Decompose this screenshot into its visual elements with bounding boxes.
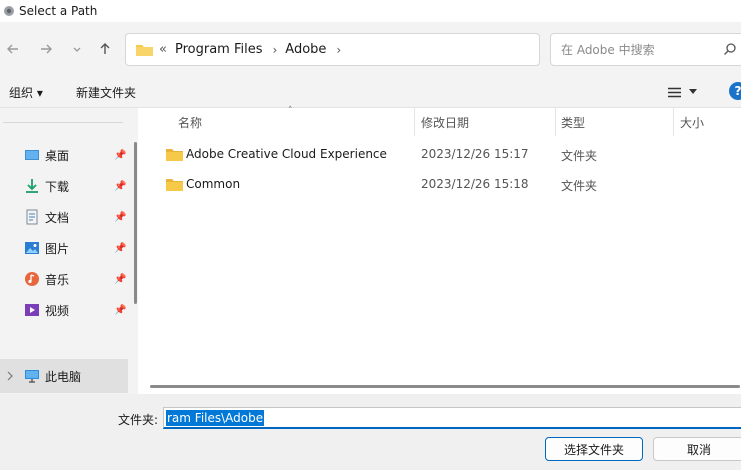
app-icon (4, 6, 14, 16)
command-toolbar: 组织 ▾ 新建文件夹 ? (0, 76, 741, 108)
sidebar-divider (3, 122, 123, 123)
arrow-left-icon (7, 44, 18, 54)
search-icon (724, 43, 736, 55)
file-row[interactable]: Adobe Creative Cloud Experience 2023/12/… (158, 142, 738, 168)
pin-icon[interactable]: 📌 (114, 274, 126, 285)
breadcrumb-overflow[interactable]: « (159, 42, 167, 57)
column-header-date[interactable]: 修改日期 (421, 108, 469, 136)
file-type: 文件夹 (561, 179, 598, 193)
sidebar-item-pictures[interactable]: 图片 📌 (0, 234, 128, 262)
download-icon (26, 179, 38, 193)
folder-icon (136, 45, 153, 56)
file-date: 2023/12/26 15:18 (421, 177, 529, 191)
folder-icon (166, 179, 183, 191)
column-header-name[interactable]: 名称 (178, 108, 202, 136)
chevron-down-icon (73, 47, 81, 52)
sidebar-item-label: 图片 (45, 241, 70, 256)
video-icon (25, 304, 39, 316)
arrow-right-icon (41, 44, 52, 54)
sidebar-item-label: 音乐 (45, 272, 70, 287)
back-button[interactable] (2, 38, 24, 60)
up-button[interactable] (94, 38, 116, 60)
desktop-icon (25, 150, 39, 160)
file-date: 2023/12/26 15:17 (421, 147, 529, 161)
folder-field-label: 文件夹: (118, 413, 159, 427)
pictures-icon (25, 242, 39, 254)
sidebar-item-label: 桌面 (45, 148, 70, 163)
forward-button[interactable] (35, 38, 57, 60)
column-divider[interactable] (555, 108, 556, 136)
breadcrumb-separator[interactable]: › (272, 43, 277, 57)
sort-ascending-icon: ˄ (288, 106, 293, 116)
computer-icon (25, 370, 39, 383)
new-folder-button[interactable]: 新建文件夹 (76, 84, 136, 101)
pin-icon[interactable]: 📌 (114, 181, 126, 192)
sidebar-scrollbar[interactable] (134, 142, 137, 304)
file-type: 文件夹 (561, 149, 598, 163)
navigation-bar: « Program Files › Adobe › 在 Adobe 中搜索 (0, 22, 741, 76)
folder-path-input[interactable]: ram Files\Adobe (163, 407, 741, 429)
search-box[interactable]: 在 Adobe 中搜索 (550, 33, 741, 66)
sidebar-item-label: 此电脑 (45, 369, 82, 384)
document-icon (26, 209, 38, 225)
sidebar-item-music[interactable]: 音乐 📌 (0, 265, 128, 293)
arrow-up-icon (100, 43, 110, 54)
folder-icon (166, 149, 183, 161)
window-title: Select a Path (19, 4, 98, 18)
music-icon (25, 272, 39, 286)
column-divider[interactable] (673, 108, 674, 136)
column-header-type[interactable]: 类型 (561, 108, 585, 136)
navigation-pane: 桌面 📌 下载 📌 文档 📌 图片 📌 音乐 📌 视频 📌 此电脑 (0, 108, 138, 394)
dialog-footer: 文件夹: ram Files\Adobe 选择文件夹 取消 (0, 394, 741, 470)
caret-down-icon (689, 89, 697, 94)
file-row[interactable]: Common 2023/12/26 15:18 文件夹 (158, 172, 738, 198)
breadcrumb-adobe[interactable]: Adobe (285, 42, 326, 57)
breadcrumb-program-files[interactable]: Program Files (175, 42, 263, 57)
breadcrumb-separator-end[interactable]: › (336, 43, 341, 57)
sidebar-item-label: 下载 (45, 179, 70, 194)
file-name: Common (186, 177, 241, 191)
search-placeholder[interactable]: 在 Adobe 中搜索 (561, 41, 655, 58)
chevron-right-icon (7, 371, 13, 381)
view-options-button[interactable] (668, 82, 708, 102)
sidebar-item-label: 视频 (45, 303, 70, 318)
pin-icon[interactable]: 📌 (114, 150, 126, 161)
sidebar-item-desktop[interactable]: 桌面 📌 (0, 141, 128, 169)
cancel-button[interactable]: 取消 (653, 437, 741, 461)
file-list: ˄ 名称 修改日期 类型 大小 Adobe Creative Cloud Exp… (138, 106, 741, 394)
help-button[interactable]: ? (729, 82, 741, 100)
horizontal-scrollbar[interactable] (150, 385, 740, 388)
organize-menu-button[interactable]: 组织 ▾ (9, 84, 43, 101)
list-view-icon (668, 87, 681, 97)
sidebar-item-videos[interactable]: 视频 📌 (0, 296, 128, 324)
recent-locations-button[interactable] (66, 38, 88, 60)
pin-icon[interactable]: 📌 (114, 305, 126, 316)
folder-path-value[interactable]: ram Files\Adobe (166, 409, 265, 426)
sidebar-item-documents[interactable]: 文档 📌 (0, 203, 128, 231)
column-divider[interactable] (414, 108, 415, 136)
title-bar: Select a Path (0, 0, 741, 22)
pin-icon[interactable]: 📌 (114, 212, 126, 223)
address-bar[interactable]: « Program Files › Adobe › (125, 33, 651, 66)
file-name: Adobe Creative Cloud Experience (186, 147, 387, 161)
sidebar-item-this-pc[interactable]: 此电脑 (0, 359, 128, 393)
column-header-size[interactable]: 大小 (680, 108, 704, 136)
select-folder-button[interactable]: 选择文件夹 (545, 437, 643, 461)
pin-icon[interactable]: 📌 (114, 243, 126, 254)
sidebar-item-label: 文档 (45, 210, 70, 225)
sidebar-item-downloads[interactable]: 下载 📌 (0, 172, 128, 200)
